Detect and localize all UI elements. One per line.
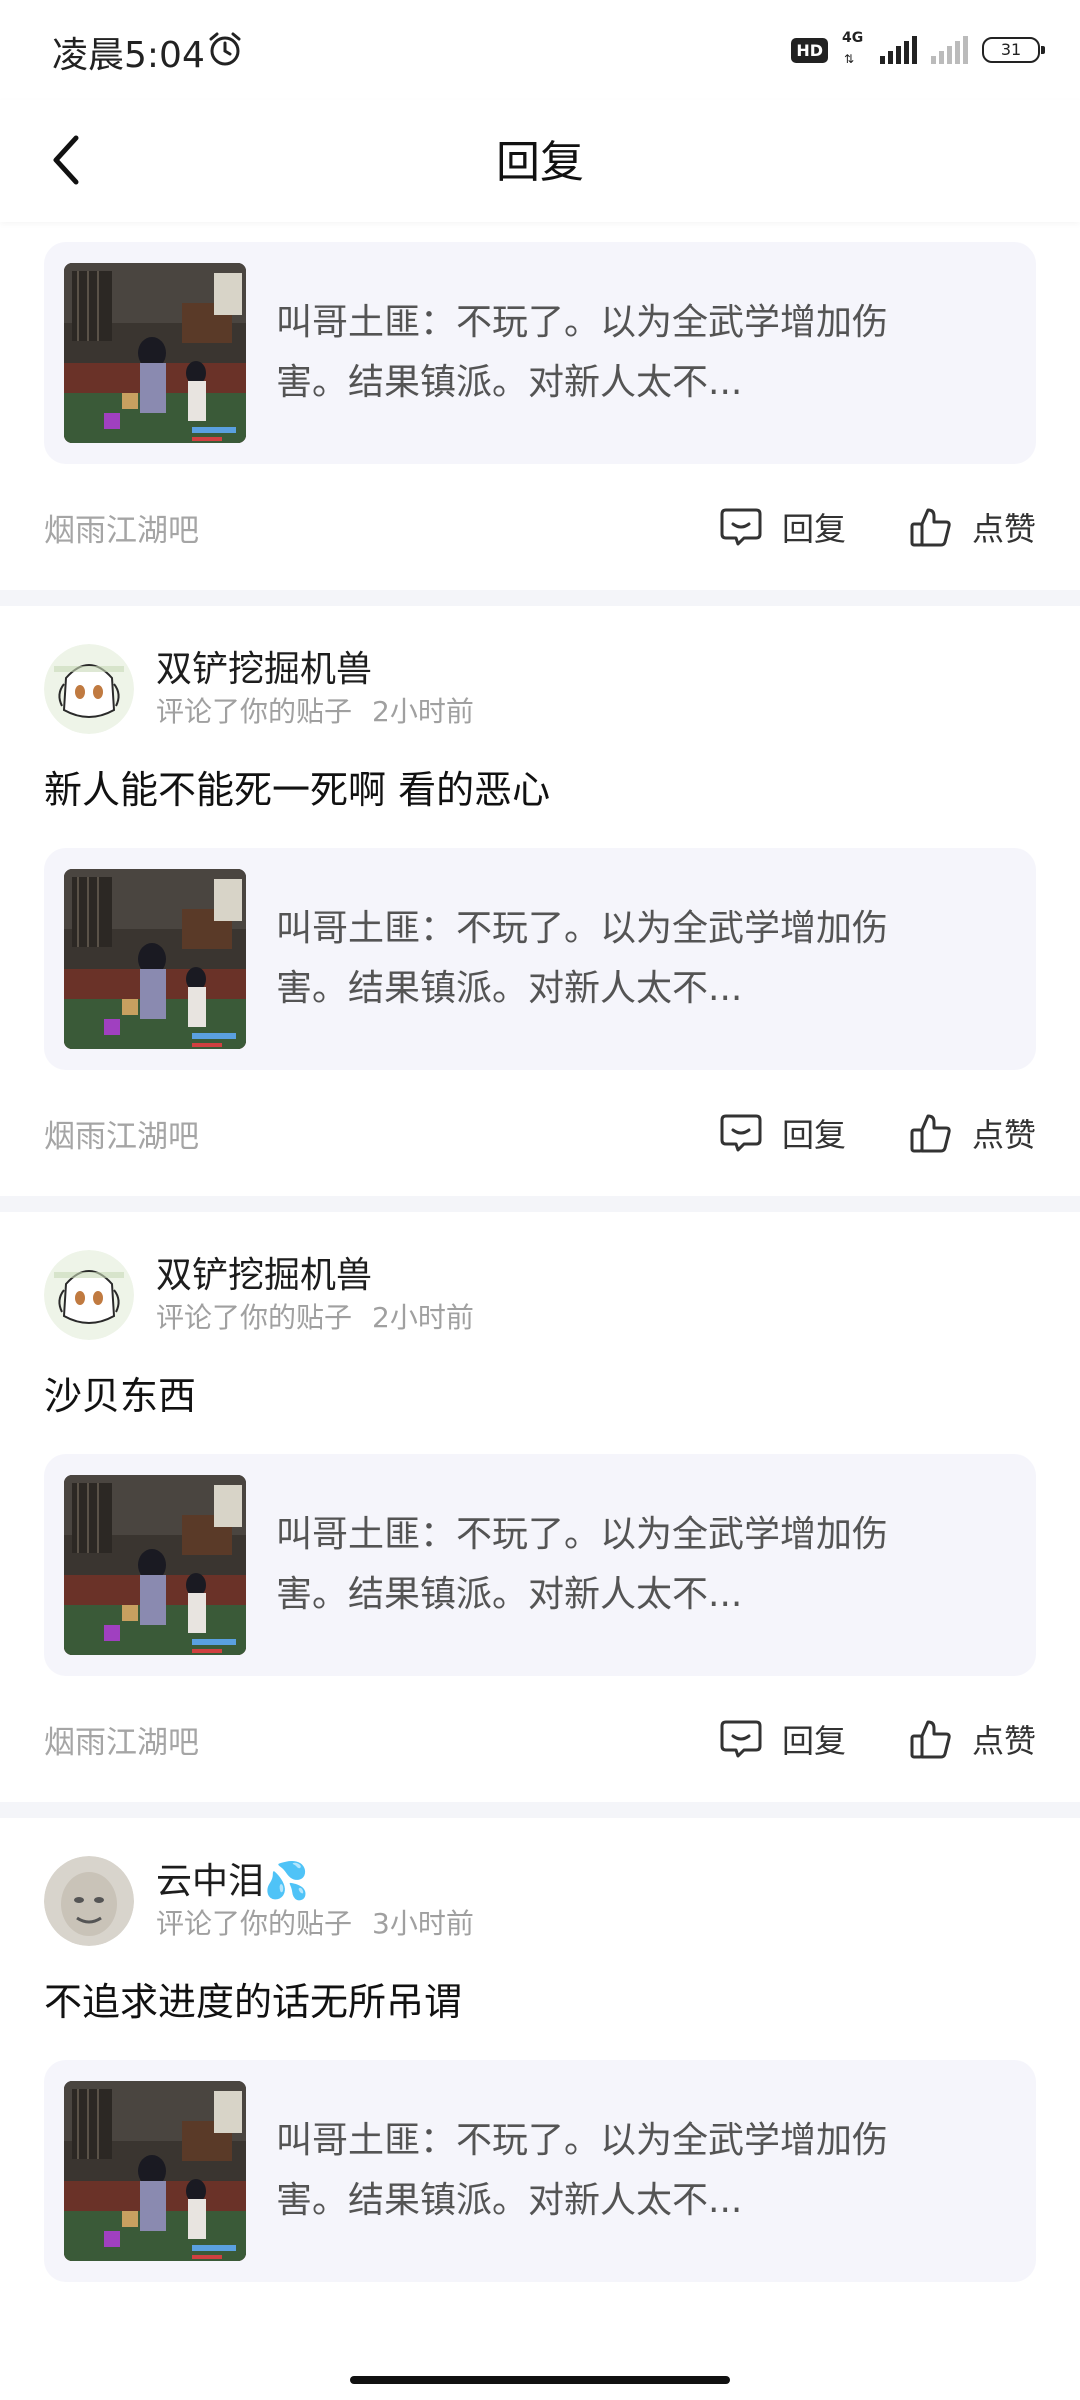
like-label: 点赞	[971, 510, 1036, 548]
network-type: 4G ⇅	[842, 30, 864, 66]
post-preview[interactable]: 叫哥土匪：不玩了。以为全武学增加伤害。结果镇派。对新人太不...	[44, 848, 1036, 1070]
post-preview[interactable]: 叫哥土匪：不玩了。以为全武学增加伤害。结果镇派。对新人太不...	[44, 242, 1036, 464]
like-button[interactable]: 点赞	[908, 1716, 1036, 1762]
post-thumbnail	[64, 263, 246, 443]
nav-bar: 回复	[0, 100, 1080, 222]
avatar[interactable]	[44, 1856, 134, 1946]
forum-name[interactable]: 烟雨江湖吧	[44, 1111, 199, 1156]
card-footer: 烟雨江湖吧 回复 点赞	[44, 464, 1036, 590]
post-preview[interactable]: 叫哥土匪：不玩了。以为全武学增加伤害。结果镇派。对新人太不...	[44, 2060, 1036, 2282]
comment-icon	[718, 1716, 764, 1762]
forum-name[interactable]: 烟雨江湖吧	[44, 505, 199, 550]
thumbs-up-icon	[908, 1110, 954, 1156]
alarm-icon	[209, 32, 241, 66]
divider	[0, 590, 1080, 606]
status-bar: 凌晨5:04 HD 4G ⇅ 31	[0, 0, 1080, 100]
post-preview-text: 叫哥土匪：不玩了。以为全武学增加伤害。结果镇派。对新人太不...	[276, 302, 889, 403]
comment-time: 2小时前	[372, 1301, 474, 1334]
comment-card: 双铲挖掘机兽 评论了你的贴子 2小时前 新人能不能死一死啊 看的恶心 叫哥土匪：不…	[0, 606, 1080, 1196]
comment-time: 3小时前	[372, 1907, 474, 1940]
post-preview-text: 叫哥土匪：不玩了。以为全武学增加伤害。结果镇派。对新人太不...	[276, 2120, 889, 2221]
reply-label: 回复	[781, 1116, 846, 1154]
post-preview-text: 叫哥土匪：不玩了。以为全武学增加伤害。结果镇派。对新人太不...	[276, 1514, 889, 1615]
comment-text[interactable]: 不追求进度的话无所吊谓	[44, 1974, 1036, 2030]
reply-label: 回复	[781, 510, 846, 548]
post-preview[interactable]: 叫哥土匪：不玩了。以为全武学增加伤害。结果镇派。对新人太不...	[44, 1454, 1036, 1676]
status-time: 凌晨5:04	[52, 35, 205, 76]
username[interactable]: 双铲挖掘机兽	[156, 1253, 474, 1299]
comment-action: 评论了你的贴子	[156, 1907, 353, 1940]
battery-icon: 31	[982, 37, 1045, 63]
hd-badge: HD	[791, 37, 828, 63]
reply-label: 回复	[781, 1722, 846, 1760]
comment-card: 云中泪💦 评论了你的贴子 3小时前 不追求进度的话无所吊谓 叫哥土匪：不玩了。以为…	[0, 1818, 1080, 2282]
avatar[interactable]	[44, 644, 134, 734]
comment-text[interactable]: 新人能不能死一死啊 看的恶心	[44, 762, 1036, 818]
thumbs-up-icon	[908, 1716, 954, 1762]
comment-icon	[718, 1110, 764, 1156]
reply-feed[interactable]: 叫哥土匪：不玩了。以为全武学增加伤害。结果镇派。对新人太不... 烟雨江湖吧 回…	[0, 222, 1080, 2282]
divider	[0, 1196, 1080, 1212]
comment-card: 双铲挖掘机兽 评论了你的贴子 2小时前 沙贝东西 叫哥土匪：不玩了。以为全武学增加…	[0, 1212, 1080, 1802]
reply-button[interactable]: 回复	[718, 1716, 846, 1762]
battery-level: 31	[1000, 40, 1022, 59]
comment-action: 评论了你的贴子	[156, 1301, 353, 1334]
card-footer: 烟雨江湖吧 回复 点赞	[44, 1676, 1036, 1802]
username[interactable]: 双铲挖掘机兽	[156, 647, 474, 693]
like-label: 点赞	[971, 1116, 1036, 1154]
like-button[interactable]: 点赞	[908, 1110, 1036, 1156]
page-title: 回复	[496, 137, 584, 188]
reply-button[interactable]: 回复	[718, 504, 846, 550]
home-indicator[interactable]	[350, 2376, 730, 2384]
signal-2-icon	[931, 36, 968, 64]
avatar[interactable]	[44, 1250, 134, 1340]
like-label: 点赞	[971, 1722, 1036, 1760]
like-button[interactable]: 点赞	[908, 504, 1036, 550]
username[interactable]: 云中泪💦	[156, 1859, 474, 1905]
comment-action: 评论了你的贴子	[156, 695, 353, 728]
signal-icon	[880, 36, 917, 64]
post-thumbnail	[64, 2081, 246, 2261]
post-thumbnail	[64, 869, 246, 1049]
comment-card: 叫哥土匪：不玩了。以为全武学增加伤害。结果镇派。对新人太不... 烟雨江湖吧 回…	[0, 222, 1080, 590]
post-thumbnail	[64, 1475, 246, 1655]
forum-name[interactable]: 烟雨江湖吧	[44, 1717, 199, 1762]
comment-icon	[718, 504, 764, 550]
thumbs-up-icon	[908, 504, 954, 550]
divider	[0, 1802, 1080, 1818]
comment-text[interactable]: 沙贝东西	[44, 1368, 1036, 1424]
comment-time: 2小时前	[372, 695, 474, 728]
card-footer: 烟雨江湖吧 回复 点赞	[44, 1070, 1036, 1196]
post-preview-text: 叫哥土匪：不玩了。以为全武学增加伤害。结果镇派。对新人太不...	[276, 908, 889, 1009]
reply-button[interactable]: 回复	[718, 1110, 846, 1156]
